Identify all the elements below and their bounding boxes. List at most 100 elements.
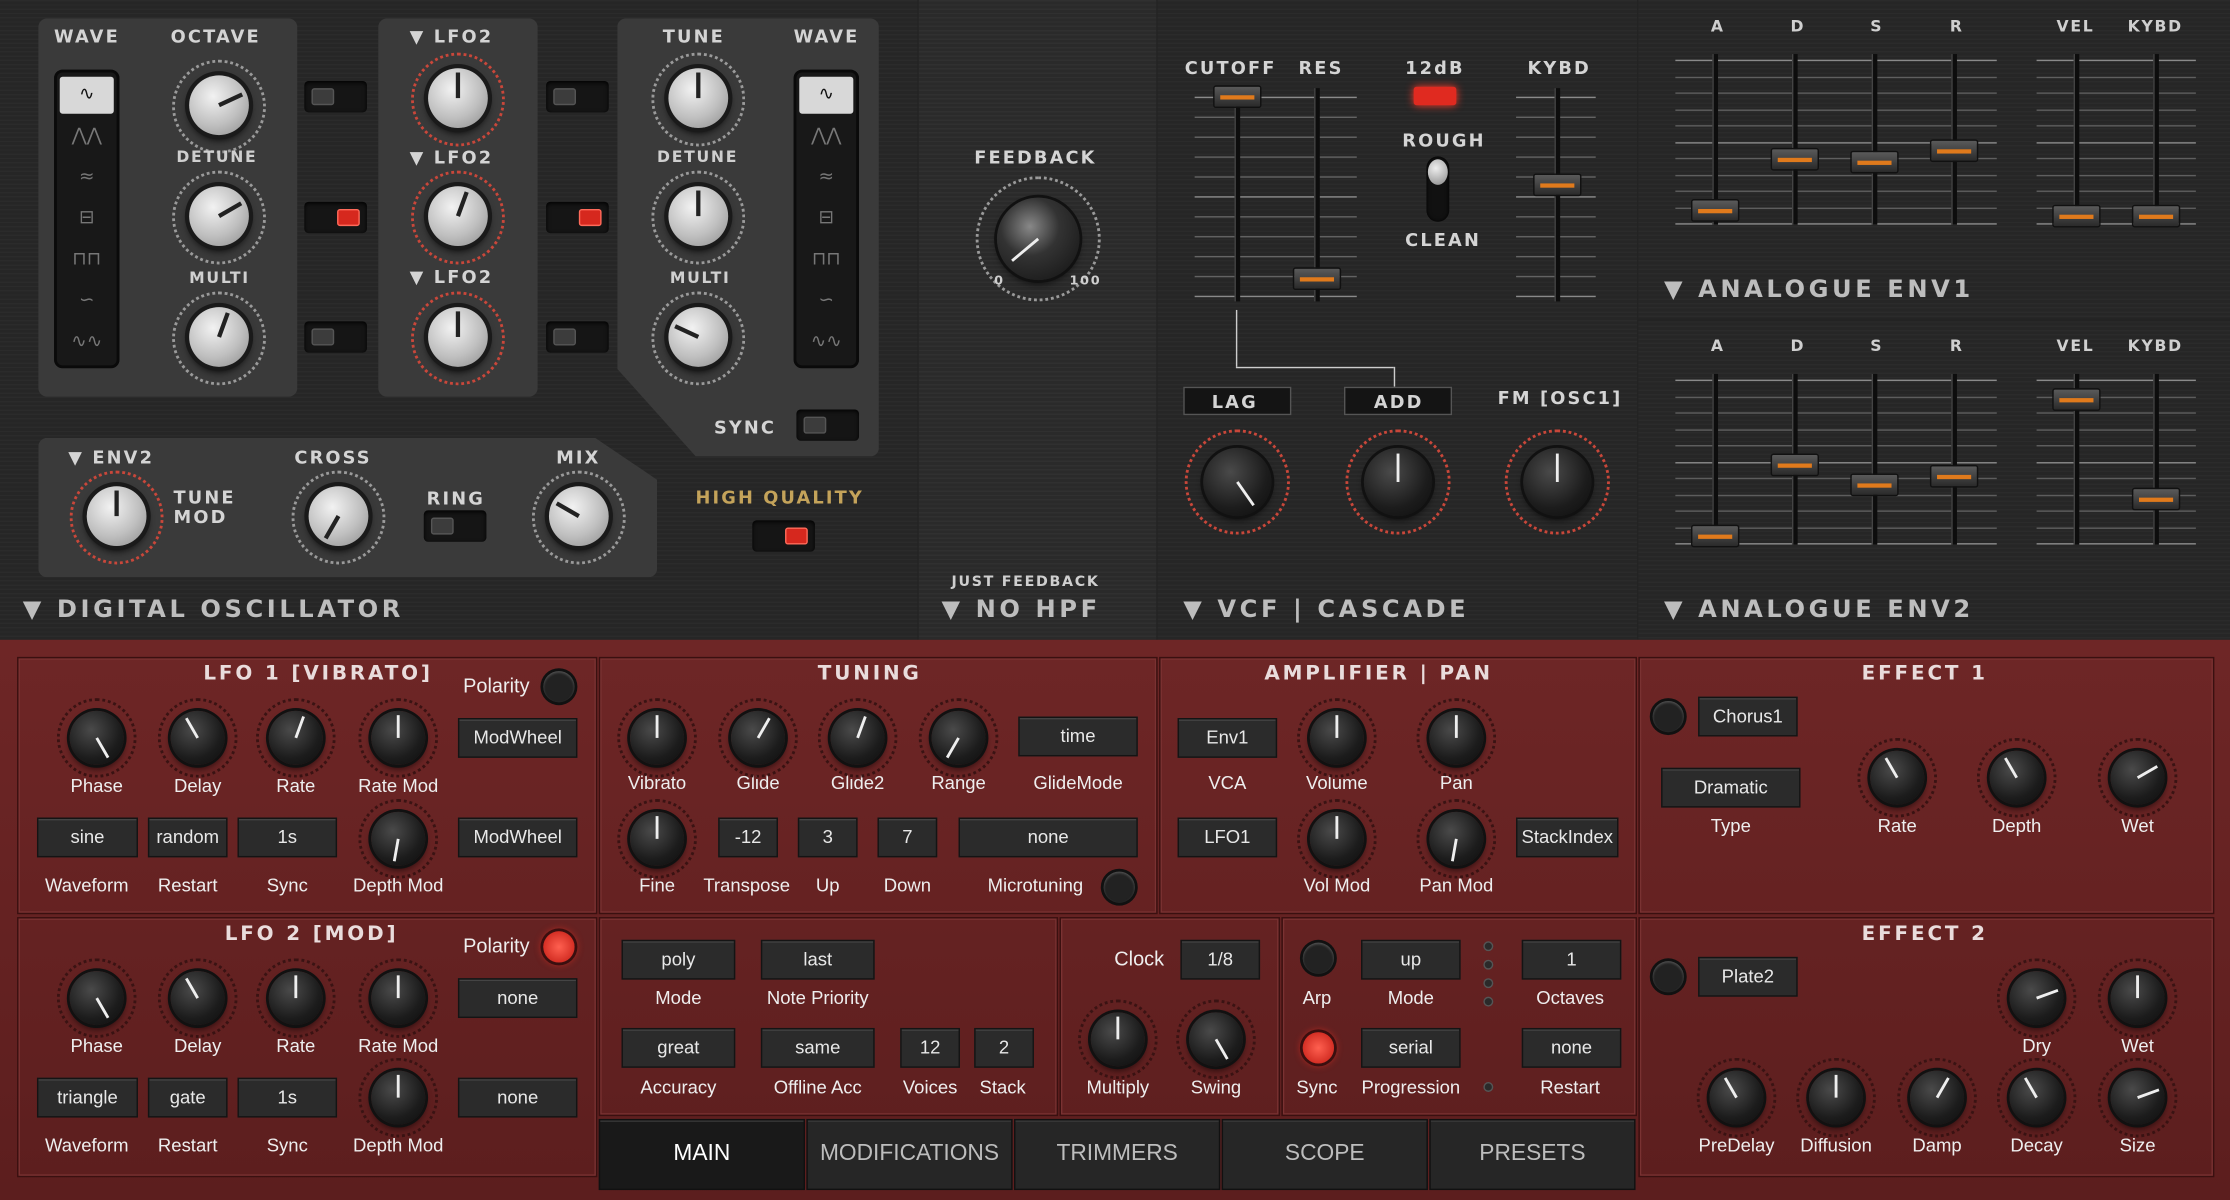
effect1-rate-knob[interactable]	[1870, 750, 1925, 805]
accuracy-button[interactable]: great	[621, 1027, 736, 1068]
glide2-knob[interactable]	[830, 710, 885, 765]
glidemode-button[interactable]: time	[1018, 716, 1138, 757]
cross-knob[interactable]	[308, 486, 369, 546]
db-led[interactable]	[1413, 86, 1457, 106]
arp-led[interactable]	[1302, 942, 1335, 974]
env2-release-fader[interactable]	[1929, 464, 1979, 488]
tab-main[interactable]: MAIN	[598, 1118, 805, 1191]
microtuning-led[interactable]	[1103, 871, 1135, 903]
env1-release-fader[interactable]	[1929, 139, 1979, 163]
lfo1-mod1-button[interactable]: ModWheel	[457, 718, 578, 758]
arp-restart-button[interactable]: none	[1521, 1027, 1622, 1068]
tab-scope[interactable]: SCOPE	[1221, 1118, 1428, 1191]
tab-trimmers[interactable]: TRIMMERS	[1014, 1118, 1221, 1191]
transpose-button[interactable]: -12	[718, 817, 778, 858]
tab-presets[interactable]: PRESETS	[1429, 1118, 1636, 1191]
note-priority-button[interactable]: last	[760, 939, 875, 980]
lfo1-mod2-button[interactable]: ModWheel	[457, 817, 578, 858]
effect2-enable-led[interactable]	[1652, 961, 1684, 993]
wave-multi-icon[interactable]: ∿∿	[60, 324, 114, 361]
no-hpf-title[interactable]: ▼ NO HPF	[941, 596, 1100, 624]
analogue-env1-title[interactable]: ▼ ANALOGUE ENV1	[1664, 276, 1974, 304]
volume-knob[interactable]	[1309, 710, 1364, 765]
tune-knob[interactable]	[668, 68, 729, 128]
multi-knob[interactable]	[189, 307, 249, 367]
osc-route-switch-3[interactable]	[304, 321, 367, 353]
osc-route-switch-1[interactable]	[304, 81, 367, 113]
mix-knob[interactable]	[548, 486, 609, 546]
offline-acc-button[interactable]: same	[760, 1027, 875, 1068]
env1-sustain-fader[interactable]	[1850, 150, 1899, 174]
osc2-route-switch-2[interactable]	[546, 201, 609, 234]
stackindex-button[interactable]: StackIndex	[1516, 817, 1619, 858]
effect1-type-button[interactable]: Dramatic	[1661, 767, 1801, 808]
ring-switch[interactable]	[423, 510, 487, 542]
effect2-wet-knob[interactable]	[2110, 971, 2165, 1026]
wave-sine-icon[interactable]: ∽	[60, 283, 114, 320]
lfo1-depthmod-knob[interactable]	[371, 811, 426, 866]
effect1-depth-knob[interactable]	[1989, 750, 2044, 805]
wave-r-double-saw-icon[interactable]: ⋀⋀	[799, 118, 853, 155]
vcf-cascade-title[interactable]: ▼ VCF | CASCADE	[1183, 596, 1469, 624]
lfo1-restart-button[interactable]: random	[147, 817, 228, 858]
lfo1-sync-button[interactable]: 1s	[237, 817, 338, 858]
lfo1-rate-knob[interactable]	[268, 710, 323, 765]
lfo1-delay-knob[interactable]	[170, 710, 225, 765]
voices-button[interactable]: 12	[900, 1027, 960, 1068]
wave-r-saw-icon[interactable]: ∿	[799, 76, 854, 114]
range-knob[interactable]	[931, 710, 986, 765]
effect2-preset-button[interactable]: Plate2	[1698, 956, 1798, 997]
lfo1-phase-knob[interactable]	[69, 710, 124, 765]
panmod-knob[interactable]	[1429, 811, 1484, 866]
env2-decay-fader[interactable]	[1770, 453, 1819, 477]
lfo-a-knob[interactable]	[428, 68, 488, 128]
fine-knob[interactable]	[630, 811, 685, 866]
diffusion-knob[interactable]	[1809, 1070, 1864, 1125]
octaves-button[interactable]: 1	[1521, 939, 1622, 980]
wave-r-multi-icon[interactable]: ∿∿	[799, 324, 853, 361]
lfo-b-knob[interactable]	[428, 186, 488, 246]
effect1-wet-knob[interactable]	[2110, 750, 2165, 805]
wave-noise-icon[interactable]: ≈	[60, 159, 114, 196]
analogue-env2-title[interactable]: ▼ ANALOGUE ENV2	[1664, 596, 1974, 624]
env2-vel-fader[interactable]	[2052, 388, 2101, 411]
clock-button[interactable]: 1/8	[1180, 939, 1261, 980]
env1-vel-fader[interactable]	[2052, 204, 2101, 228]
lfo2-mod2-button[interactable]: none	[457, 1077, 578, 1118]
lfo-source-button[interactable]: LFO1	[1177, 817, 1278, 858]
env1-kybd-fader[interactable]	[2131, 204, 2181, 228]
res-fader[interactable]	[1292, 267, 1342, 291]
microtuning-button[interactable]: none	[958, 817, 1138, 858]
multiply-knob[interactable]	[1090, 1012, 1145, 1067]
digital-oscillator-title[interactable]: ▼ DIGITAL OSCILLATOR	[23, 596, 404, 624]
glide-knob[interactable]	[731, 710, 786, 765]
lfo2-waveform-button[interactable]: triangle	[36, 1077, 138, 1118]
env1-decay-fader[interactable]	[1770, 147, 1819, 171]
env2-attack-fader[interactable]	[1690, 524, 1740, 548]
sync-switch[interactable]	[796, 409, 860, 441]
arp-mode-button[interactable]: up	[1361, 939, 1461, 980]
wave-r-square-icon[interactable]: ⊓⊓	[799, 242, 853, 279]
detune-r-knob[interactable]	[668, 186, 729, 246]
down-button[interactable]: 7	[877, 817, 938, 858]
multi-r-knob[interactable]	[668, 307, 729, 367]
wave-double-saw-icon[interactable]: ⋀⋀	[60, 118, 114, 155]
wave-selector-left[interactable]: ∿ ⋀⋀ ≈ ⊟ ⊓⊓ ∽ ∿∿	[54, 69, 120, 369]
lag-knob[interactable]	[1203, 447, 1272, 517]
lfo2-ratemod-knob[interactable]	[371, 971, 426, 1026]
lfo2-delay-knob[interactable]	[170, 971, 225, 1026]
osc2-route-switch-3[interactable]	[546, 321, 609, 353]
size-knob[interactable]	[2110, 1070, 2165, 1125]
pan-knob[interactable]	[1429, 710, 1484, 765]
lfo1-polarity-led[interactable]	[543, 671, 575, 703]
wave-r-sine-icon[interactable]: ∽	[799, 283, 853, 320]
vca-button[interactable]: Env1	[1177, 718, 1278, 758]
wave-selector-right[interactable]: ∿ ⋀⋀ ≈ ⊟ ⊓⊓ ∽ ∿∿	[793, 69, 860, 369]
progression-button[interactable]: serial	[1361, 1027, 1461, 1068]
tab-modifications[interactable]: MODIFICATIONS	[806, 1118, 1013, 1191]
lfo1-ratemod-knob[interactable]	[371, 710, 426, 765]
fm-knob[interactable]	[1523, 447, 1592, 517]
lfo2-polarity-led[interactable]	[543, 931, 575, 963]
lfo2-restart-button[interactable]: gate	[147, 1077, 228, 1118]
lfo2-mod1-button[interactable]: none	[457, 978, 578, 1019]
